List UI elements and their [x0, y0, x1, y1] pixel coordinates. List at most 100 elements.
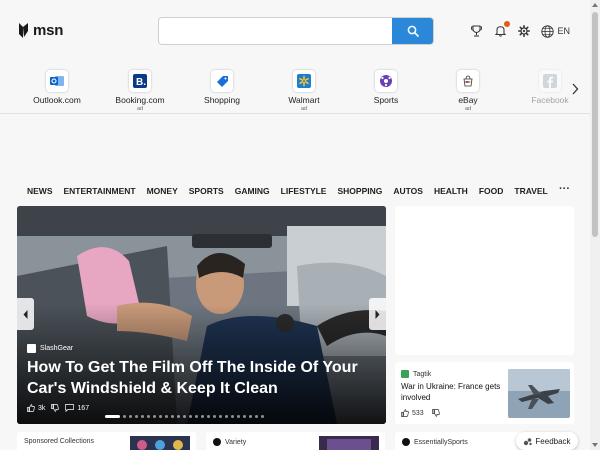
search-icon	[407, 25, 419, 37]
scrollbar-thumb[interactable]	[592, 12, 598, 237]
carousel-dot[interactable]	[255, 415, 258, 418]
carousel-dot[interactable]	[165, 415, 168, 418]
language-selector[interactable]: EN	[541, 24, 570, 38]
carousel-dot[interactable]	[129, 415, 132, 418]
notifications-bell-icon[interactable]	[493, 21, 511, 38]
news-card-image	[508, 369, 570, 418]
nav-item-news[interactable]: NEWS	[27, 186, 53, 196]
quick-link-shopping[interactable]: Shopping	[187, 70, 257, 106]
hero-comments-button[interactable]: 167	[65, 404, 89, 412]
scroll-down-arrow-icon	[592, 443, 598, 447]
carousel-dot[interactable]	[183, 415, 186, 418]
feedback-icon	[524, 437, 533, 445]
hero-dislike-button[interactable]	[51, 404, 60, 412]
facebook-icon	[539, 70, 561, 92]
nav-item-health[interactable]: HEALTH	[434, 186, 468, 196]
nav-item-entertainment[interactable]: ENTERTAINMENT	[64, 186, 136, 196]
quick-links-next-button[interactable]	[571, 82, 581, 96]
carousel-dot[interactable]	[207, 415, 210, 418]
globe-icon	[541, 24, 555, 38]
carousel-dot[interactable]	[225, 415, 228, 418]
bottom-card-image	[319, 436, 379, 450]
bottom-card-label: EssentiallySports	[414, 438, 468, 446]
nav-item-sports[interactable]: SPORTS	[189, 186, 224, 196]
ad-marker: ad	[464, 106, 472, 112]
feedback-button[interactable]: Feedback	[516, 432, 578, 450]
nav-item-shopping[interactable]: SHOPPING	[337, 186, 382, 196]
nav-item-autos[interactable]: AUTOS	[393, 186, 423, 196]
nav-item-food[interactable]: FOOD	[479, 186, 504, 196]
quick-link-sports[interactable]: Sports	[351, 70, 421, 106]
scroll-down-button[interactable]	[590, 440, 600, 450]
carousel-dot[interactable]	[171, 415, 174, 418]
nav-item-travel[interactable]: TRAVEL	[514, 186, 547, 196]
quick-link-ebay[interactable]: eBay ad	[433, 70, 503, 112]
quick-link-walmart[interactable]: Walmart ad	[269, 70, 339, 112]
hero-source-name: SlashGear	[40, 345, 74, 352]
feedback-label: Feedback	[535, 436, 571, 446]
hero-like-button[interactable]: 3k	[27, 404, 45, 412]
msn-logo[interactable]: msn	[17, 22, 63, 39]
settings-gear-icon[interactable]	[517, 24, 531, 38]
page-scrollbar[interactable]	[590, 0, 600, 450]
carousel-dot[interactable]	[237, 415, 240, 418]
carousel-dot[interactable]	[261, 415, 264, 418]
carousel-dot[interactable]	[135, 415, 138, 418]
nav-more-button[interactable]: ···	[559, 183, 570, 195]
hero-next-button[interactable]	[369, 298, 386, 330]
ad-marker: ad	[136, 106, 144, 112]
nav-item-gaming[interactable]: GAMING	[235, 186, 270, 196]
nav-item-lifestyle[interactable]: LIFESTYLE	[281, 186, 327, 196]
quick-link-label: Walmart	[288, 95, 320, 105]
carousel-dot[interactable]	[195, 415, 198, 418]
thumbs-up-icon	[27, 404, 35, 412]
carousel-dot[interactable]	[153, 415, 156, 418]
carousel-dot[interactable]	[159, 415, 162, 418]
quick-link-label: Facebook	[531, 95, 569, 105]
search-input[interactable]	[159, 18, 393, 44]
bottom-card-label: Sponsored Collections	[24, 438, 95, 445]
chevron-right-icon	[572, 83, 579, 95]
news-card-source-name: Tagtik	[413, 370, 432, 378]
rewards-trophy-icon[interactable]	[469, 24, 483, 38]
carousel-dot-active[interactable]	[105, 415, 120, 418]
quick-link-booking[interactable]: B. Booking.com ad	[105, 70, 175, 112]
scroll-up-arrow-icon	[592, 3, 598, 7]
hero-prev-button[interactable]	[17, 298, 34, 330]
nav-item-money[interactable]: MONEY	[147, 186, 178, 196]
carousel-dot[interactable]	[243, 415, 246, 418]
news-card-like-count: 533	[412, 409, 424, 417]
hero-source[interactable]: SlashGear	[27, 344, 73, 353]
quick-link-label: Sports	[373, 95, 399, 105]
svg-text:B.: B.	[136, 77, 146, 88]
carousel-dot[interactable]	[177, 415, 180, 418]
booking-icon: B.	[129, 70, 151, 92]
carousel-dot[interactable]	[249, 415, 252, 418]
bottom-card-label: Variety	[225, 438, 247, 446]
news-card[interactable]: Tagtik War in Ukraine: France gets invol…	[395, 362, 574, 424]
carousel-dot[interactable]	[213, 415, 216, 418]
quick-link-label: Outlook.com	[33, 95, 81, 105]
search-button[interactable]	[392, 18, 433, 44]
bottom-card-variety[interactable]: Variety	[206, 432, 385, 450]
shopping-tag-icon	[211, 70, 233, 92]
carousel-dot[interactable]	[231, 415, 234, 418]
carousel-dot[interactable]	[141, 415, 144, 418]
hero-title[interactable]: How To Get The Film Off The Inside Of Yo…	[27, 357, 377, 399]
carousel-dot[interactable]	[201, 415, 204, 418]
scroll-up-button[interactable]	[590, 0, 600, 10]
hero-carousel[interactable]: SlashGear How To Get The Film Off The In…	[17, 206, 386, 424]
carousel-indicators	[105, 415, 264, 418]
quick-link-outlook[interactable]: Outlook.com	[22, 70, 92, 106]
carousel-dot[interactable]	[147, 415, 150, 418]
news-card-dislike-button[interactable]	[431, 409, 440, 417]
category-nav: NEWS ENTERTAINMENT MONEY SPORTS GAMING L…	[27, 183, 577, 196]
bottom-card-sponsored[interactable]: Sponsored Collections	[17, 432, 196, 450]
news-card-like-button[interactable]: 533	[401, 409, 424, 417]
news-card-title[interactable]: War in Ukraine: France gets involved	[401, 381, 504, 403]
carousel-dot[interactable]	[123, 415, 126, 418]
carousel-dot[interactable]	[219, 415, 222, 418]
carousel-dot[interactable]	[189, 415, 192, 418]
news-card-source: Tagtik	[401, 370, 431, 378]
sports-ball-icon	[375, 70, 397, 92]
